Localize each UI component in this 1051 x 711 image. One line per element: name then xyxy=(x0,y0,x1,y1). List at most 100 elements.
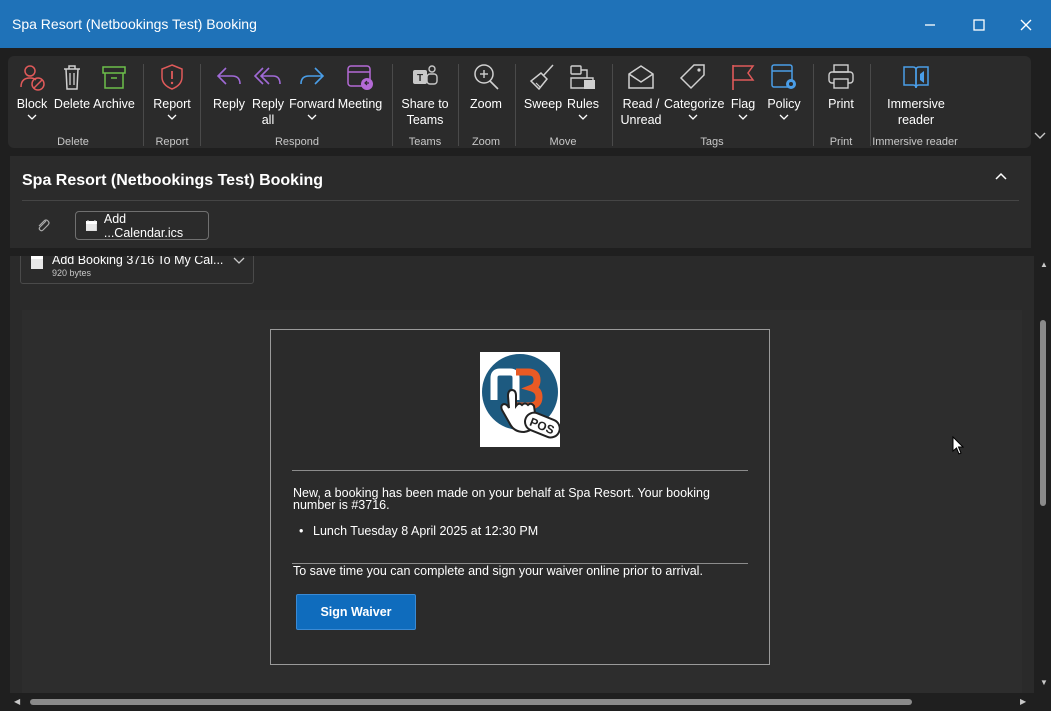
chevron-down-icon xyxy=(27,114,37,120)
chevron-down-icon[interactable] xyxy=(233,256,245,265)
delete-button[interactable]: Delete xyxy=(53,62,91,112)
scroll-down-arrow-icon[interactable]: ▼ xyxy=(1040,678,1048,687)
close-button[interactable] xyxy=(1006,8,1046,42)
group-label-delete: Delete xyxy=(57,136,89,148)
chevron-down-icon xyxy=(688,114,698,120)
teams-icon: T xyxy=(413,65,438,85)
reply-all-label-2: all xyxy=(261,113,275,127)
group-label-zoom: Zoom xyxy=(471,136,501,148)
zoom-button[interactable]: Zoom xyxy=(466,62,506,112)
categorize-button[interactable]: Categorize xyxy=(664,62,725,121)
mouse-cursor-icon xyxy=(952,436,964,455)
chevron-up-icon[interactable] xyxy=(994,170,1008,182)
block-label: Block xyxy=(16,97,48,111)
maximize-icon xyxy=(973,19,985,31)
booking-item: Lunch Tuesday 8 April 2025 at 12:30 PM xyxy=(299,524,538,538)
archive-label: Archive xyxy=(93,97,135,111)
archive-icon xyxy=(102,66,126,89)
vertical-scrollbar[interactable]: ▲ ▼ xyxy=(1036,256,1051,693)
attachment-name: Add Booking 3716 To My Cal... xyxy=(52,256,224,267)
meeting-button[interactable]: Meeting xyxy=(336,62,384,112)
archive-button[interactable]: Archive xyxy=(93,62,135,112)
trash-icon xyxy=(64,65,80,90)
chevron-down-icon xyxy=(307,114,317,120)
ribbon-divider xyxy=(515,64,516,146)
horizontal-scrollbar[interactable]: ◀ ▶ xyxy=(10,693,1034,711)
close-icon xyxy=(1020,19,1032,31)
scroll-left-arrow-icon[interactable]: ◀ xyxy=(14,697,20,706)
header-divider xyxy=(22,200,1019,201)
reading-pane: Add Booking 3716 To My Cal... 920 bytes … xyxy=(10,256,1034,693)
message-header: Spa Resort (Netbookings Test) Booking Ad… xyxy=(10,156,1031,248)
sign-waiver-button[interactable]: Sign Waiver xyxy=(296,594,416,630)
group-label-move: Move xyxy=(549,136,577,148)
netbookings-pos-logo: POS xyxy=(480,352,560,447)
paperclip-icon[interactable] xyxy=(36,218,50,232)
immersive-label-2: reader xyxy=(897,113,935,127)
group-label-teams: Teams xyxy=(408,136,442,148)
share-label-2: Teams xyxy=(406,113,444,127)
block-button[interactable]: Block xyxy=(14,62,50,121)
scroll-up-arrow-icon[interactable]: ▲ xyxy=(1040,260,1048,269)
policy-icon xyxy=(771,64,796,89)
group-label-respond: Respond xyxy=(274,136,320,148)
read-label-1: Read / xyxy=(622,97,660,111)
forward-label: Forward xyxy=(289,97,335,111)
ribbon-divider xyxy=(143,64,144,146)
forward-icon xyxy=(300,67,325,85)
rules-button[interactable]: Rules xyxy=(566,62,600,121)
categorize-label: Categorize xyxy=(664,97,725,111)
ribbon-divider xyxy=(612,64,613,146)
booking-intro-line-2: number is #3716. xyxy=(293,498,390,512)
immersive-reader-button[interactable]: Immersive reader xyxy=(880,62,952,128)
title-bar: Spa Resort (Netbookings Test) Booking xyxy=(0,0,1051,48)
scroll-right-arrow-icon[interactable]: ▶ xyxy=(1020,697,1026,706)
ribbon-expand-chevron-icon[interactable] xyxy=(1032,130,1048,142)
ribbon-divider xyxy=(200,64,201,146)
reply-icon xyxy=(216,67,241,85)
policy-button[interactable]: Policy xyxy=(764,62,804,121)
flag-button[interactable]: Flag xyxy=(726,62,760,121)
reply-button[interactable]: Reply xyxy=(210,62,248,112)
shield-alert-icon xyxy=(161,64,183,90)
policy-label: Policy xyxy=(767,97,801,111)
tag-icon xyxy=(679,64,705,90)
report-button[interactable]: Report xyxy=(150,62,194,121)
print-button[interactable]: Print xyxy=(820,62,862,112)
calendar-attachment-button[interactable]: Add ...Calendar.ics xyxy=(75,211,209,240)
chevron-down-icon xyxy=(738,114,748,120)
block-icon xyxy=(20,65,45,91)
share-label-1: Share to xyxy=(401,97,449,111)
zoom-icon xyxy=(474,64,499,90)
sweep-button[interactable]: Sweep xyxy=(522,62,564,112)
chevron-down-icon xyxy=(578,114,588,120)
ribbon: Block Delete Archive Delete Report Repor… xyxy=(8,56,1031,148)
minimize-button[interactable] xyxy=(910,8,950,42)
vertical-scroll-thumb[interactable] xyxy=(1040,320,1046,506)
rules-label: Rules xyxy=(567,97,599,111)
ribbon-divider xyxy=(870,64,871,146)
horizontal-scroll-thumb[interactable] xyxy=(30,699,912,705)
group-label-report: Report xyxy=(155,136,189,148)
read-unread-button[interactable]: Read / Unread xyxy=(618,62,664,128)
delete-label: Delete xyxy=(53,97,91,111)
reply-label: Reply xyxy=(213,97,245,111)
maximize-button[interactable] xyxy=(959,8,999,42)
window-title: Spa Resort (Netbookings Test) Booking xyxy=(12,16,257,32)
forward-button[interactable]: Forward xyxy=(288,62,336,121)
flag-icon xyxy=(732,65,755,90)
immersive-label-1: Immersive xyxy=(887,97,945,111)
email-content: POS New, a booking has been made on your… xyxy=(270,329,770,665)
attachment-card[interactable]: Add Booking 3716 To My Cal... 920 bytes xyxy=(20,256,254,284)
share-to-teams-button[interactable]: T Share to Teams xyxy=(398,62,452,128)
group-label-print: Print xyxy=(829,136,853,148)
group-label-immersive: Immersive reader xyxy=(872,136,958,148)
reply-all-button[interactable]: Reply all xyxy=(250,62,286,128)
flag-label: Flag xyxy=(730,97,756,111)
calendar-file-icon xyxy=(31,256,43,269)
email-divider xyxy=(292,470,748,471)
chevron-down-icon xyxy=(167,114,177,120)
calendar-icon xyxy=(85,220,97,231)
broom-icon xyxy=(529,64,554,91)
rules-icon xyxy=(570,65,595,89)
